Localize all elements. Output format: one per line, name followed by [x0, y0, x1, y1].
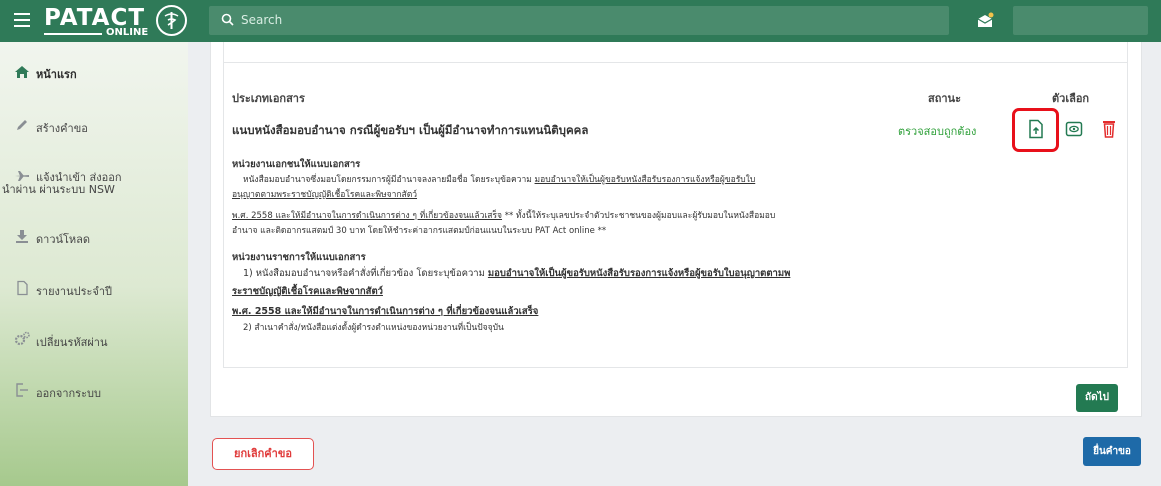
sidebar-item-logout[interactable]: ออกจากระบบ	[0, 382, 188, 406]
private-section-heading: หน่วยงานเอกชนให้แนบเอกสาร	[232, 159, 361, 170]
column-header-status: สถานะ	[928, 92, 961, 105]
search-icon	[221, 13, 234, 26]
brand-logo[interactable]: PATACT ONLINE	[44, 4, 190, 40]
sidebar-item-label: รายงานประจำปี	[36, 285, 113, 298]
sidebar-item-label: ดาวน์โหลด	[36, 233, 91, 246]
private-line-1-underlined: มอบอำนาจให้เป็นผู้ขอรับหนังสือรับรองการแ…	[534, 175, 756, 185]
document-icon	[17, 280, 28, 296]
top-bar: PATACT ONLINE Search	[0, 0, 1161, 42]
government-line-1: 1) หนังสือมอบอำนาจหรือคำสั่งที่เกี่ยวข้อ…	[243, 266, 790, 281]
government-line-3: พ.ศ. 2558 และให้มีอำนาจในการดำเนินการต่า…	[232, 306, 539, 317]
view-icon[interactable]	[1065, 119, 1083, 139]
government-line-4: 2) สำเนาคำสั่ง/หนังสือแต่งตั้งผู้ดำรงตำแ…	[243, 323, 504, 333]
status-badge: ตรวจสอบถูกต้อง	[898, 125, 977, 138]
submit-request-button[interactable]: ยื่นคำขอ	[1083, 437, 1141, 466]
user-menu[interactable]	[1013, 6, 1148, 35]
government-line-2: ระราชบัญญัติเชื้อโรคและพิษจากสัตว์	[232, 286, 383, 297]
column-header-doc-type: ประเภทเอกสาร	[232, 92, 305, 105]
sidebar-item-label: สร้างคำขอ	[36, 122, 88, 135]
private-line-1: หนังสือมอบอำนาจซึ่งมอบโดยกรรมการผู้มีอำน…	[243, 172, 755, 186]
logout-icon	[16, 383, 28, 397]
sidebar-item-label: หน้าแรก	[36, 68, 77, 81]
sidebar-item-home[interactable]: หน้าแรก	[0, 64, 188, 88]
mail-notification-icon[interactable]	[976, 12, 994, 28]
home-icon	[15, 66, 29, 78]
brand-underline	[44, 33, 102, 35]
private-line-1-text: หนังสือมอบอำนาจซึ่งมอบโดยกรรมการผู้มีอำน…	[243, 175, 535, 185]
menu-icon[interactable]	[14, 13, 30, 27]
sidebar-item-annual-report[interactable]: รายงานประจำปี	[0, 280, 188, 304]
next-button[interactable]: ถัดไป	[1076, 384, 1118, 412]
sidebar-item-label: ออกจากระบบ	[36, 387, 101, 400]
sidebar-item-change-password[interactable]: เปลี่ยนรหัสผ่าน	[0, 331, 188, 355]
private-line-3: พ.ศ. 2558 และให้มีอำนาจในการดำเนินการต่า…	[232, 208, 775, 222]
government-section-heading: หน่วยงานราชการให้แนบเอกสาร	[232, 252, 366, 263]
document-type-title: แนบหนังสือมอบอำนาจ กรณีผู้ขอรับฯ เป็นผู้…	[232, 123, 589, 137]
download-icon	[16, 230, 28, 243]
sidebar-item-import-export[interactable]: แจ้งนำเข้า ส่งออก นำผ่าน ผ่านระบบ NSW	[0, 166, 188, 202]
upload-file-icon[interactable]	[1027, 119, 1045, 139]
private-line-2: อนุญาตตามพระราชบัญญัติเชื้อโรคและพิษจากส…	[232, 190, 418, 200]
search-bar[interactable]: Search	[209, 6, 949, 35]
search-input[interactable]: Search	[241, 13, 282, 27]
gears-icon	[14, 331, 30, 346]
column-header-actions: ตัวเลือก	[1052, 92, 1090, 105]
divider	[223, 62, 1128, 63]
sidebar-item-create-request[interactable]: สร้างคำขอ	[0, 117, 188, 141]
private-line-3-text: ** ทั้งนี้ให้ระบุเลขประจำตัวประชาชนของผู…	[502, 211, 776, 221]
sidebar-item-label-line2: นำผ่าน ผ่านระบบ NSW	[2, 183, 115, 196]
cancel-request-button[interactable]: ยกเลิกคำขอ	[212, 438, 314, 470]
brand-sub: ONLINE	[106, 27, 149, 38]
seal-icon	[156, 5, 187, 36]
government-line-1-underlined: มอบอำนาจให้เป็นผู้ขอรับหนังสือรับรองการแ…	[487, 268, 791, 279]
sidebar-item-label: เปลี่ยนรหัสผ่าน	[36, 336, 108, 349]
government-line-1-text: 1) หนังสือมอบอำนาจหรือคำสั่งที่เกี่ยวข้อ…	[243, 268, 488, 279]
sidebar-item-download[interactable]: ดาวน์โหลด	[0, 228, 188, 252]
sidebar: หน้าแรก สร้างคำขอ แจ้งนำเข้า ส่งออก นำผ่…	[0, 42, 188, 486]
private-line-4: อำนาจ และติดอากรแสตมป์ 30 บาท โดยให้ชำระ…	[232, 226, 607, 236]
pencil-icon	[17, 120, 27, 130]
private-line-3-underlined: พ.ศ. 2558 และให้มีอำนาจในการดำเนินการต่า…	[232, 211, 503, 221]
delete-icon[interactable]	[1100, 119, 1118, 139]
